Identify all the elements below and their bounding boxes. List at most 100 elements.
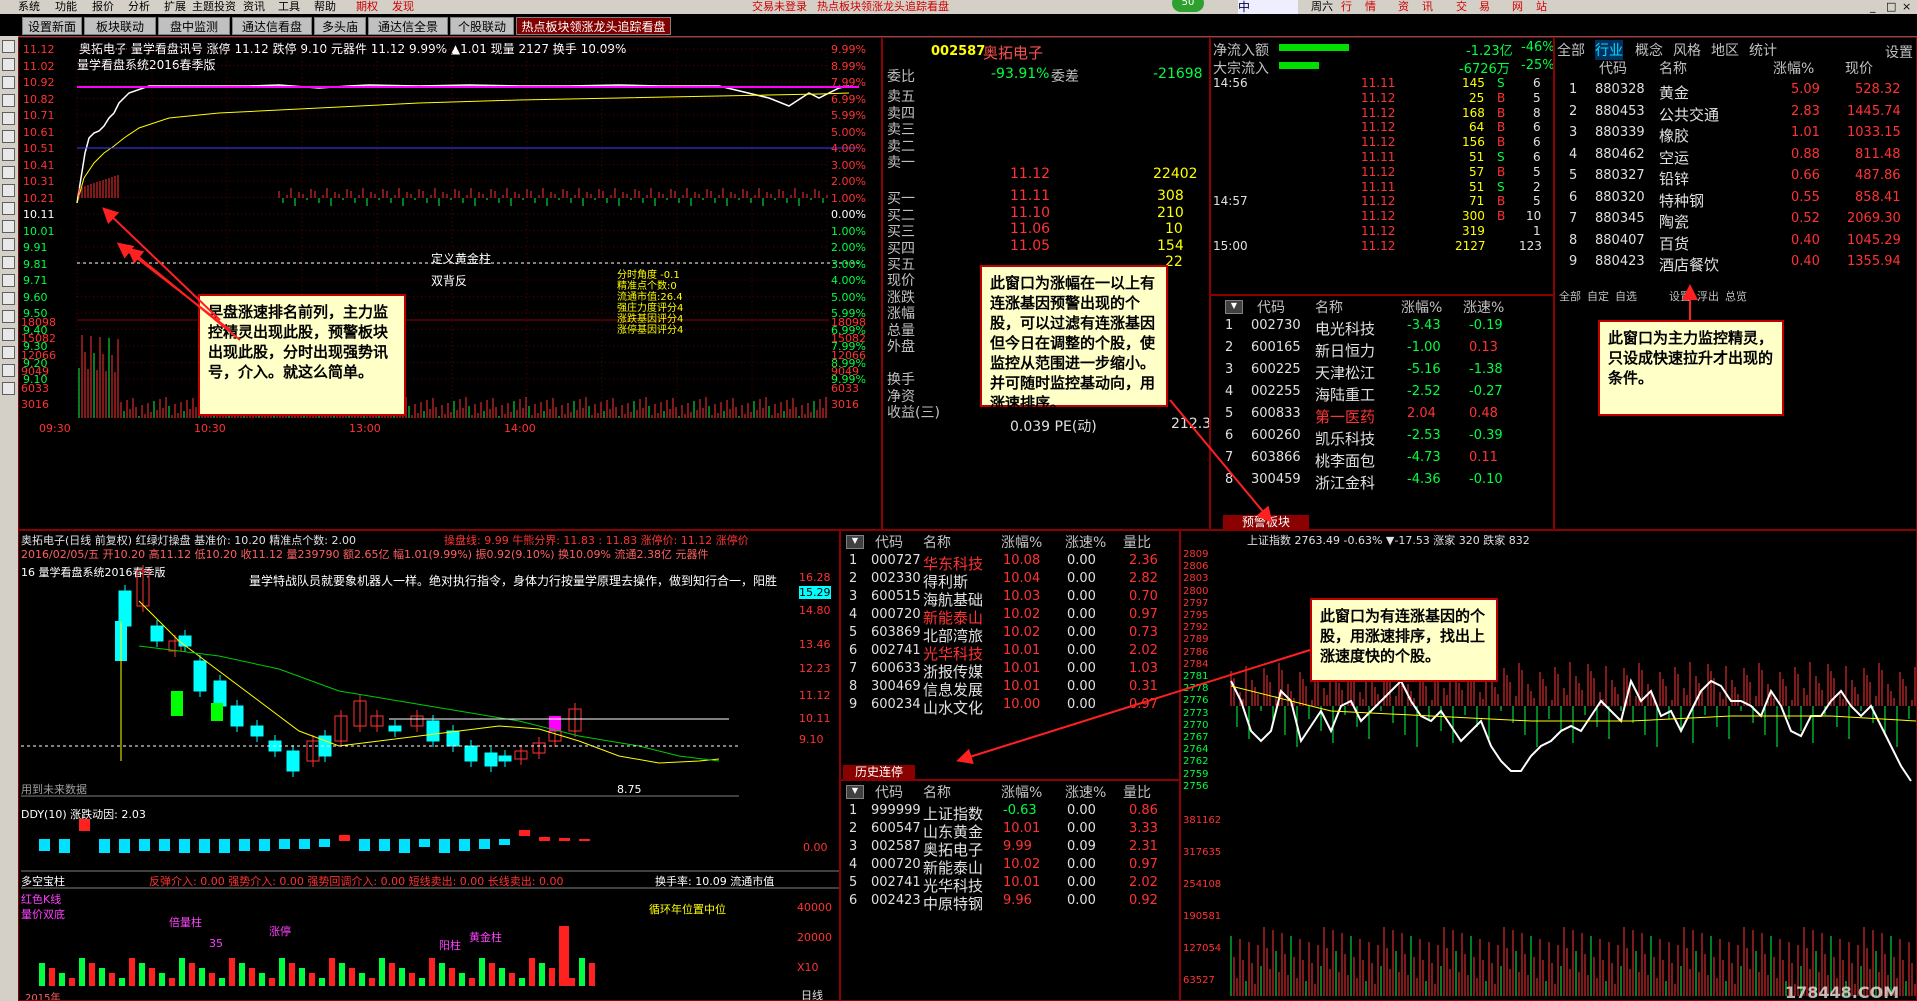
intraday-panel[interactable]: 奥拓电子 量学看盘讯号 涨停 11.12 跌停 9.10 元器件 11.12 9…	[18, 37, 882, 530]
link-hq[interactable]: 行	[1341, 0, 1352, 14]
menu-item[interactable]: 发现	[392, 0, 414, 14]
row-code[interactable]: 880423	[1595, 254, 1645, 269]
row-code[interactable]: 000727	[871, 553, 921, 568]
col-header[interactable]: 代码	[1599, 58, 1627, 78]
index-panel[interactable]: 上证指数 2763.49 -0.63% ▼-17.53 涨家 320 跌家 83…	[1180, 530, 1917, 1001]
row-code[interactable]: 600234	[871, 697, 921, 712]
row-name[interactable]: 百货	[1659, 233, 1689, 254]
tool-icon[interactable]	[2, 130, 15, 143]
tab-4[interactable]: 通达信看盘	[232, 17, 312, 35]
tool-icon[interactable]	[2, 382, 15, 395]
bottom-tab[interactable]: 自定	[1587, 288, 1609, 304]
col-header[interactable]: 涨速%	[1065, 532, 1106, 552]
tab-6[interactable]: 通达信全景	[368, 17, 448, 35]
row-code[interactable]: 000720	[871, 607, 921, 622]
row-name[interactable]: 酒店餐饮	[1659, 254, 1719, 275]
sector-tab[interactable]: 风格	[1673, 40, 1701, 60]
tool-icon[interactable]	[2, 112, 15, 125]
row-code[interactable]: 600633	[871, 661, 921, 676]
row-code[interactable]: 880345	[1595, 211, 1645, 226]
minimize-icon[interactable]: _	[1870, 0, 1876, 14]
tool-icon[interactable]	[2, 220, 15, 233]
row-code[interactable]: 300469	[871, 679, 921, 694]
row-name[interactable]: 空运	[1659, 147, 1689, 168]
row-code[interactable]: 002741	[871, 875, 921, 890]
row-code[interactable]: 880453	[1595, 104, 1645, 119]
menu-item[interactable]: 期权	[356, 0, 378, 14]
row-name[interactable]: 天津松江	[1315, 362, 1375, 383]
row-name[interactable]: 凯乐科技	[1315, 428, 1375, 449]
row-name[interactable]: 桃李面包	[1315, 450, 1375, 471]
menu-item[interactable]: 主题投资	[192, 0, 236, 14]
row-code[interactable]: 600515	[871, 589, 921, 604]
sector-tab[interactable]: 概念	[1635, 40, 1663, 60]
row-code[interactable]: 300459	[1251, 472, 1301, 487]
tool-icon[interactable]	[2, 76, 15, 89]
col-header[interactable]: 名称	[1315, 297, 1343, 317]
row-code[interactable]: 000720	[871, 857, 921, 872]
row-name[interactable]: 特种钢	[1659, 190, 1704, 211]
row-code[interactable]: 600833	[1251, 406, 1301, 421]
menu-item[interactable]: 资讯	[243, 0, 265, 14]
tab-8[interactable]: 热点板块领涨龙头追踪看盘	[516, 17, 671, 35]
row-code[interactable]: 880327	[1595, 168, 1645, 183]
bottom-tab[interactable]: 自选	[1615, 288, 1637, 304]
menu-item[interactable]: 帮助	[314, 0, 336, 14]
menu-item[interactable]: 系统	[18, 0, 40, 14]
row-name[interactable]: 陶瓷	[1659, 211, 1689, 232]
row-code[interactable]: 999999	[871, 803, 921, 818]
tool-icon[interactable]	[2, 292, 15, 305]
row-code[interactable]: 880407	[1595, 233, 1645, 248]
row-code[interactable]: 603866	[1251, 450, 1301, 465]
tool-icon[interactable]	[2, 94, 15, 107]
tab-1[interactable]: 设置新面	[22, 17, 82, 35]
row-name[interactable]: 山水文化	[923, 697, 983, 718]
tool-icon[interactable]	[2, 346, 15, 359]
tool-icon[interactable]	[2, 166, 15, 179]
row-code[interactable]: 002587	[871, 839, 921, 854]
row-name[interactable]: 海陆重工	[1315, 384, 1375, 405]
tool-icon[interactable]	[2, 58, 15, 71]
link-jy[interactable]: 交	[1456, 0, 1467, 14]
row-code[interactable]: 002330	[871, 571, 921, 586]
row-name[interactable]: 电光科技	[1315, 318, 1375, 339]
row-name[interactable]: 公共交通	[1659, 104, 1719, 125]
row-code[interactable]: 880320	[1595, 190, 1645, 205]
daily-panel[interactable]: 奥拓电子(日线 前复权) 红绿灯操盘 基准价: 10.20 精准点个数: 2.0…	[18, 530, 840, 1001]
tool-icon[interactable]	[2, 40, 15, 53]
row-code[interactable]: 600547	[871, 821, 921, 836]
alert-panel[interactable]: ▼ 代码 名称 涨幅% 涨速% 1 002730 电光科技 -3.43 -0.19 2 60016…	[1210, 295, 1554, 530]
ime-indicator[interactable]: 中	[1238, 0, 1298, 14]
row-name[interactable]: 黄金	[1659, 82, 1689, 103]
maximize-icon[interactable]: □	[1886, 0, 1896, 14]
row-name[interactable]: 第一医药	[1315, 406, 1375, 427]
col-header[interactable]: 涨速%	[1463, 297, 1504, 317]
tool-icon[interactable]	[2, 184, 15, 197]
col-header[interactable]: 代码	[875, 532, 903, 552]
col-header[interactable]: 涨速%	[1065, 782, 1106, 802]
row-code[interactable]: 880339	[1595, 125, 1645, 140]
col-header[interactable]: 量比	[1123, 532, 1151, 552]
row-code[interactable]: 600165	[1251, 340, 1301, 355]
row-name[interactable]: 中原特钢	[923, 893, 983, 914]
lianzhang-panel[interactable]: ▼ 代码 名称 涨幅% 涨速% 量比 1 000727 华东科技 10.08 0.00 2.36 2…	[840, 530, 1180, 780]
tool-icon[interactable]	[2, 202, 15, 215]
link-hq[interactable]: 情	[1365, 0, 1376, 14]
row-name[interactable]: 浙江金科	[1315, 472, 1375, 493]
sector-settings[interactable]: 设置	[1885, 42, 1913, 62]
col-header[interactable]: 量比	[1123, 782, 1151, 802]
history-streak-button[interactable]: 历史连停	[843, 765, 915, 779]
bottom-tab[interactable]: 全部	[1559, 288, 1581, 304]
sector-tab[interactable]: 地区	[1711, 40, 1739, 60]
col-header[interactable]: 名称	[923, 532, 951, 552]
bottom-tab[interactable]: 设置	[1669, 288, 1691, 304]
menu-item[interactable]: 功能	[55, 0, 77, 14]
tab-3[interactable]: 盘中监测	[158, 17, 230, 35]
menu-item[interactable]: 工具	[278, 0, 300, 14]
sector-tab[interactable]: 行业	[1595, 40, 1623, 60]
row-code[interactable]: 880328	[1595, 82, 1645, 97]
period-label[interactable]: 日线	[801, 987, 823, 1000]
tool-icon[interactable]	[2, 256, 15, 269]
row-code[interactable]: 603869	[871, 625, 921, 640]
col-header[interactable]: 涨幅%	[1001, 782, 1042, 802]
